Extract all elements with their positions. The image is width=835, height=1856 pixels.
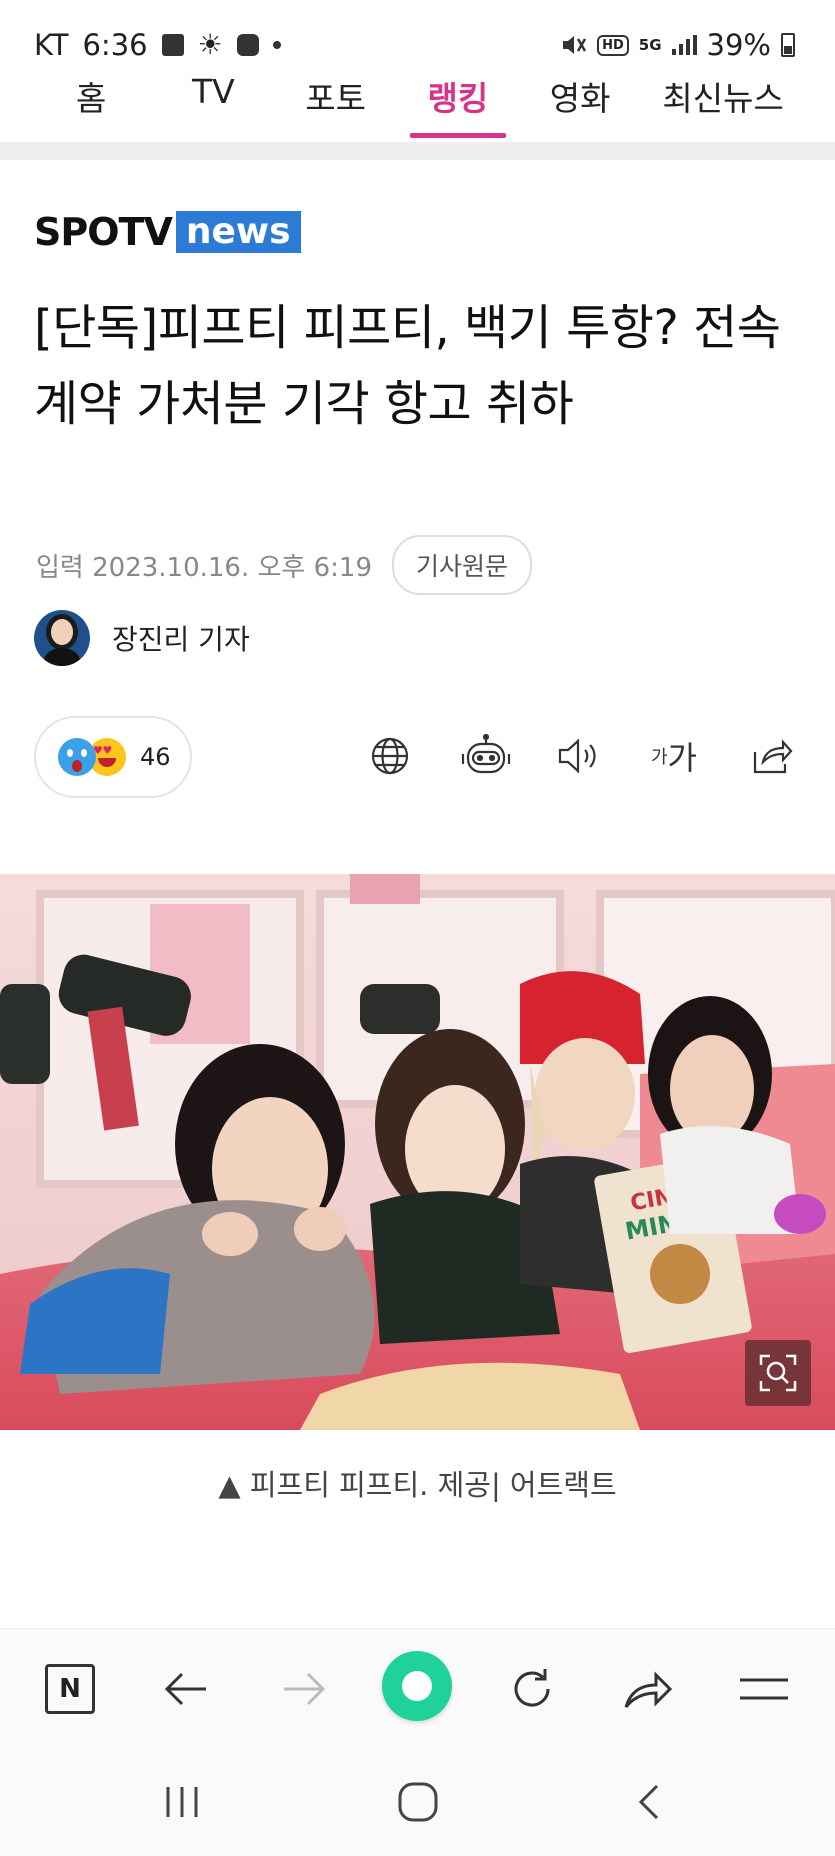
- more-notifications-icon: [272, 41, 281, 49]
- back-arrow-icon[interactable]: [158, 1661, 214, 1717]
- back-chevron-icon[interactable]: [630, 1774, 670, 1830]
- article-title: [단독]피프티 피프티, 백기 투항? 전속계약 가처분 기각 항고 취하: [34, 300, 781, 432]
- reporter-avatar: [34, 610, 90, 666]
- status-right: HD 5G 39%: [561, 28, 795, 62]
- reporter[interactable]: 장진리 기자: [34, 610, 250, 666]
- tab-movie[interactable]: 영화: [540, 66, 620, 142]
- outlet-logo-spotv: SPOTV: [34, 210, 173, 254]
- media-icon: [236, 34, 259, 56]
- photo-caption: ▲ 피프티 피프티. 제공| 어트랙트: [218, 1468, 617, 1502]
- battery-icon: [781, 33, 795, 57]
- reaction-button[interactable]: 46: [34, 716, 192, 798]
- home-icon[interactable]: [392, 1774, 444, 1830]
- forward-arrow-icon[interactable]: [276, 1661, 332, 1717]
- tab-photo[interactable]: 포토: [296, 66, 376, 142]
- refresh-icon[interactable]: [504, 1661, 560, 1717]
- reaction-count: 46: [140, 743, 171, 771]
- status-bar: KT 6:36 ☀ HD 5G 39%: [0, 0, 835, 70]
- article-photo[interactable]: CINI MINIS: [0, 874, 835, 1430]
- section-divider: [0, 142, 835, 160]
- menu-icon[interactable]: [736, 1661, 792, 1717]
- clock: 6:36: [82, 28, 148, 62]
- reporter-name: 장진리 기자: [112, 623, 250, 656]
- globe-icon[interactable]: [368, 734, 412, 778]
- font-size-large-label: 가: [667, 739, 697, 777]
- category-nav: 홈 TV 포토 랭킹 영화 최신뉴스: [0, 66, 835, 144]
- carrier-label: KT: [34, 28, 69, 62]
- share-arrow-icon[interactable]: [620, 1661, 676, 1717]
- browser-toolbar: N: [0, 1628, 835, 1748]
- published-date: 입력 2023.10.16. 오후 6:19: [36, 552, 372, 583]
- group-photo-illustration: CINI MINIS: [0, 874, 835, 1430]
- status-left: KT 6:36 ☀: [34, 28, 281, 62]
- original-article-button[interactable]: 기사원문: [392, 535, 533, 595]
- naver-home-label: N: [45, 1664, 95, 1714]
- tab-latest-news[interactable]: 최신뉴스: [662, 66, 783, 142]
- sun-icon: ☀: [197, 28, 223, 61]
- wow-emoji-icon: [58, 738, 96, 776]
- network-type-icon: 5G: [638, 35, 662, 54]
- notification-icon: [161, 34, 184, 56]
- tab-home[interactable]: 홈: [51, 66, 131, 142]
- green-dot-button[interactable]: [382, 1651, 452, 1721]
- outlet-logo[interactable]: SPOTV news: [34, 210, 301, 254]
- robot-icon[interactable]: [458, 734, 514, 778]
- system-navigation-bar: [0, 1748, 835, 1856]
- zoom-scan-icon[interactable]: [745, 1340, 811, 1406]
- article-meta: 입력 2023.10.16. 오후 6:19 기사원문: [36, 535, 533, 595]
- share-icon[interactable]: [750, 734, 794, 778]
- outlet-logo-news: news: [175, 211, 301, 253]
- hd-voice-icon: HD: [597, 34, 629, 56]
- tab-tv[interactable]: TV: [173, 66, 253, 142]
- tab-ranking[interactable]: 랭킹: [409, 66, 506, 142]
- article-toolbar: 46 가 가: [34, 716, 802, 800]
- signal-icon: [671, 35, 697, 55]
- battery-percent: 39%: [706, 28, 771, 62]
- recent-apps-icon[interactable]: [160, 1774, 204, 1830]
- naver-home-button[interactable]: N: [42, 1661, 98, 1717]
- font-size-button[interactable]: 가 가: [646, 734, 702, 778]
- mute-icon: [563, 36, 587, 54]
- speaker-icon[interactable]: [554, 734, 604, 778]
- font-size-small-label: 가: [650, 747, 668, 768]
